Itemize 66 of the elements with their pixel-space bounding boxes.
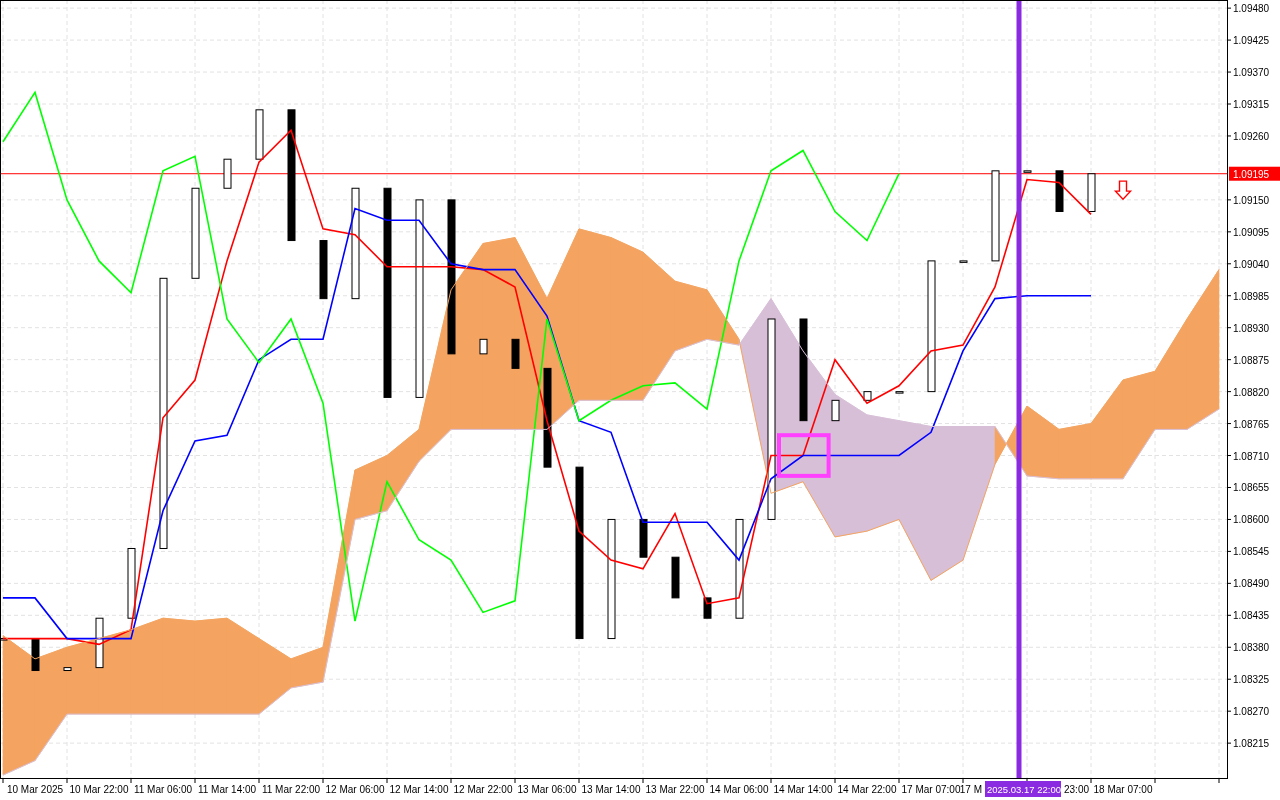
time-axis-label: 18 Mar 07:00: [1093, 784, 1153, 795]
down-arrow-icon[interactable]: [1113, 180, 1133, 201]
price-axis-label: 1.09480: [1233, 3, 1270, 15]
time-axis-label: 10 Mar 2025: [6, 784, 64, 795]
time-axis-label: 10 Mar 22:00: [69, 784, 129, 795]
candlestick: [223, 158, 232, 189]
candlestick: [1023, 170, 1032, 173]
candlestick: [703, 597, 712, 619]
time-axis-label: 13 Mar 22:00: [645, 784, 705, 795]
price-axis-label: 1.09260: [1233, 130, 1270, 142]
price-axis-label: 1.08985: [1233, 290, 1270, 302]
price-axis-label: 1.08875: [1233, 354, 1270, 366]
time-axis-label: 11 Mar 06:00: [133, 784, 193, 795]
candlestick: [671, 556, 680, 599]
candlestick: [1087, 173, 1096, 212]
candlestick: [95, 617, 104, 669]
price-axis-label: 1.08490: [1233, 578, 1270, 590]
candlestick: [863, 391, 872, 401]
price-axis-label: 1.09040: [1233, 258, 1270, 270]
time-axis-label: 14 Mar 22:00: [837, 784, 897, 795]
highlight-rectangle[interactable]: [777, 433, 831, 478]
price-axis-label: 1.09095: [1233, 226, 1270, 238]
ref-line-label: 1.09195: [1233, 168, 1270, 180]
time-axis-label: 12 Mar 06:00: [325, 784, 385, 795]
candlestick: [895, 391, 904, 394]
candlestick: [1055, 170, 1064, 212]
candlestick: [639, 518, 648, 558]
candlestick: [63, 667, 72, 671]
time-axis-label: 23:00: [1064, 784, 1090, 795]
time-axis-label: 17 Mar 07:00: [901, 784, 961, 795]
candlestick: [511, 338, 520, 369]
candlestick: [479, 338, 488, 355]
price-axis-label: 1.09425: [1233, 35, 1270, 47]
price-axis-label: 1.08655: [1233, 482, 1270, 494]
time-marker-line[interactable]: [1016, 0, 1022, 778]
price-axis-label: 1.08435: [1233, 610, 1270, 622]
price-axis-label: 1.09370: [1233, 67, 1270, 79]
price-axis-label: 1.08270: [1233, 706, 1270, 718]
time-axis-label: 12 Mar 22:00: [453, 784, 513, 795]
time-axis-label: 14 Mar 14:00: [773, 784, 833, 795]
time-axis-label: 11 Mar 22:00: [261, 784, 321, 795]
price-axis-label: 1.08820: [1233, 386, 1270, 398]
time-axis-label: 11 Mar 14:00: [197, 784, 257, 795]
time-axis-label: 17 M: [959, 784, 982, 795]
price-axis-label: 1.09150: [1233, 194, 1270, 206]
price-axis-label: 1.08710: [1233, 450, 1270, 462]
price-axis-label: 1.09315: [1233, 99, 1270, 110]
price-axis-label: 1.08600: [1233, 514, 1270, 526]
price-axis-label: 1.08215: [1233, 738, 1270, 750]
time-marker-label: 2025.03.17 22:00: [985, 781, 1061, 797]
price-axis-label: 1.08545: [1233, 546, 1270, 558]
price-axis-label: 1.08765: [1233, 418, 1270, 430]
time-axis-label: 13 Mar 06:00: [517, 784, 577, 795]
candlestick: [959, 260, 968, 263]
candlestick: [31, 638, 40, 671]
time-axis-label: 14 Mar 06:00: [709, 784, 769, 795]
time-axis-label: 13 Mar 14:00: [581, 784, 641, 795]
time-axis-label: 12 Mar 14:00: [389, 784, 449, 795]
price-axis-label: 1.08325: [1233, 674, 1270, 686]
current-price-label: 1.09195: [1229, 166, 1280, 181]
price-axis-label: 1.08380: [1233, 642, 1270, 654]
candlestick: [255, 109, 264, 160]
candlestick: [831, 399, 840, 422]
candlestick: [127, 548, 136, 619]
price-axis-label: 1.08930: [1233, 322, 1270, 334]
candlestick: [319, 240, 328, 300]
